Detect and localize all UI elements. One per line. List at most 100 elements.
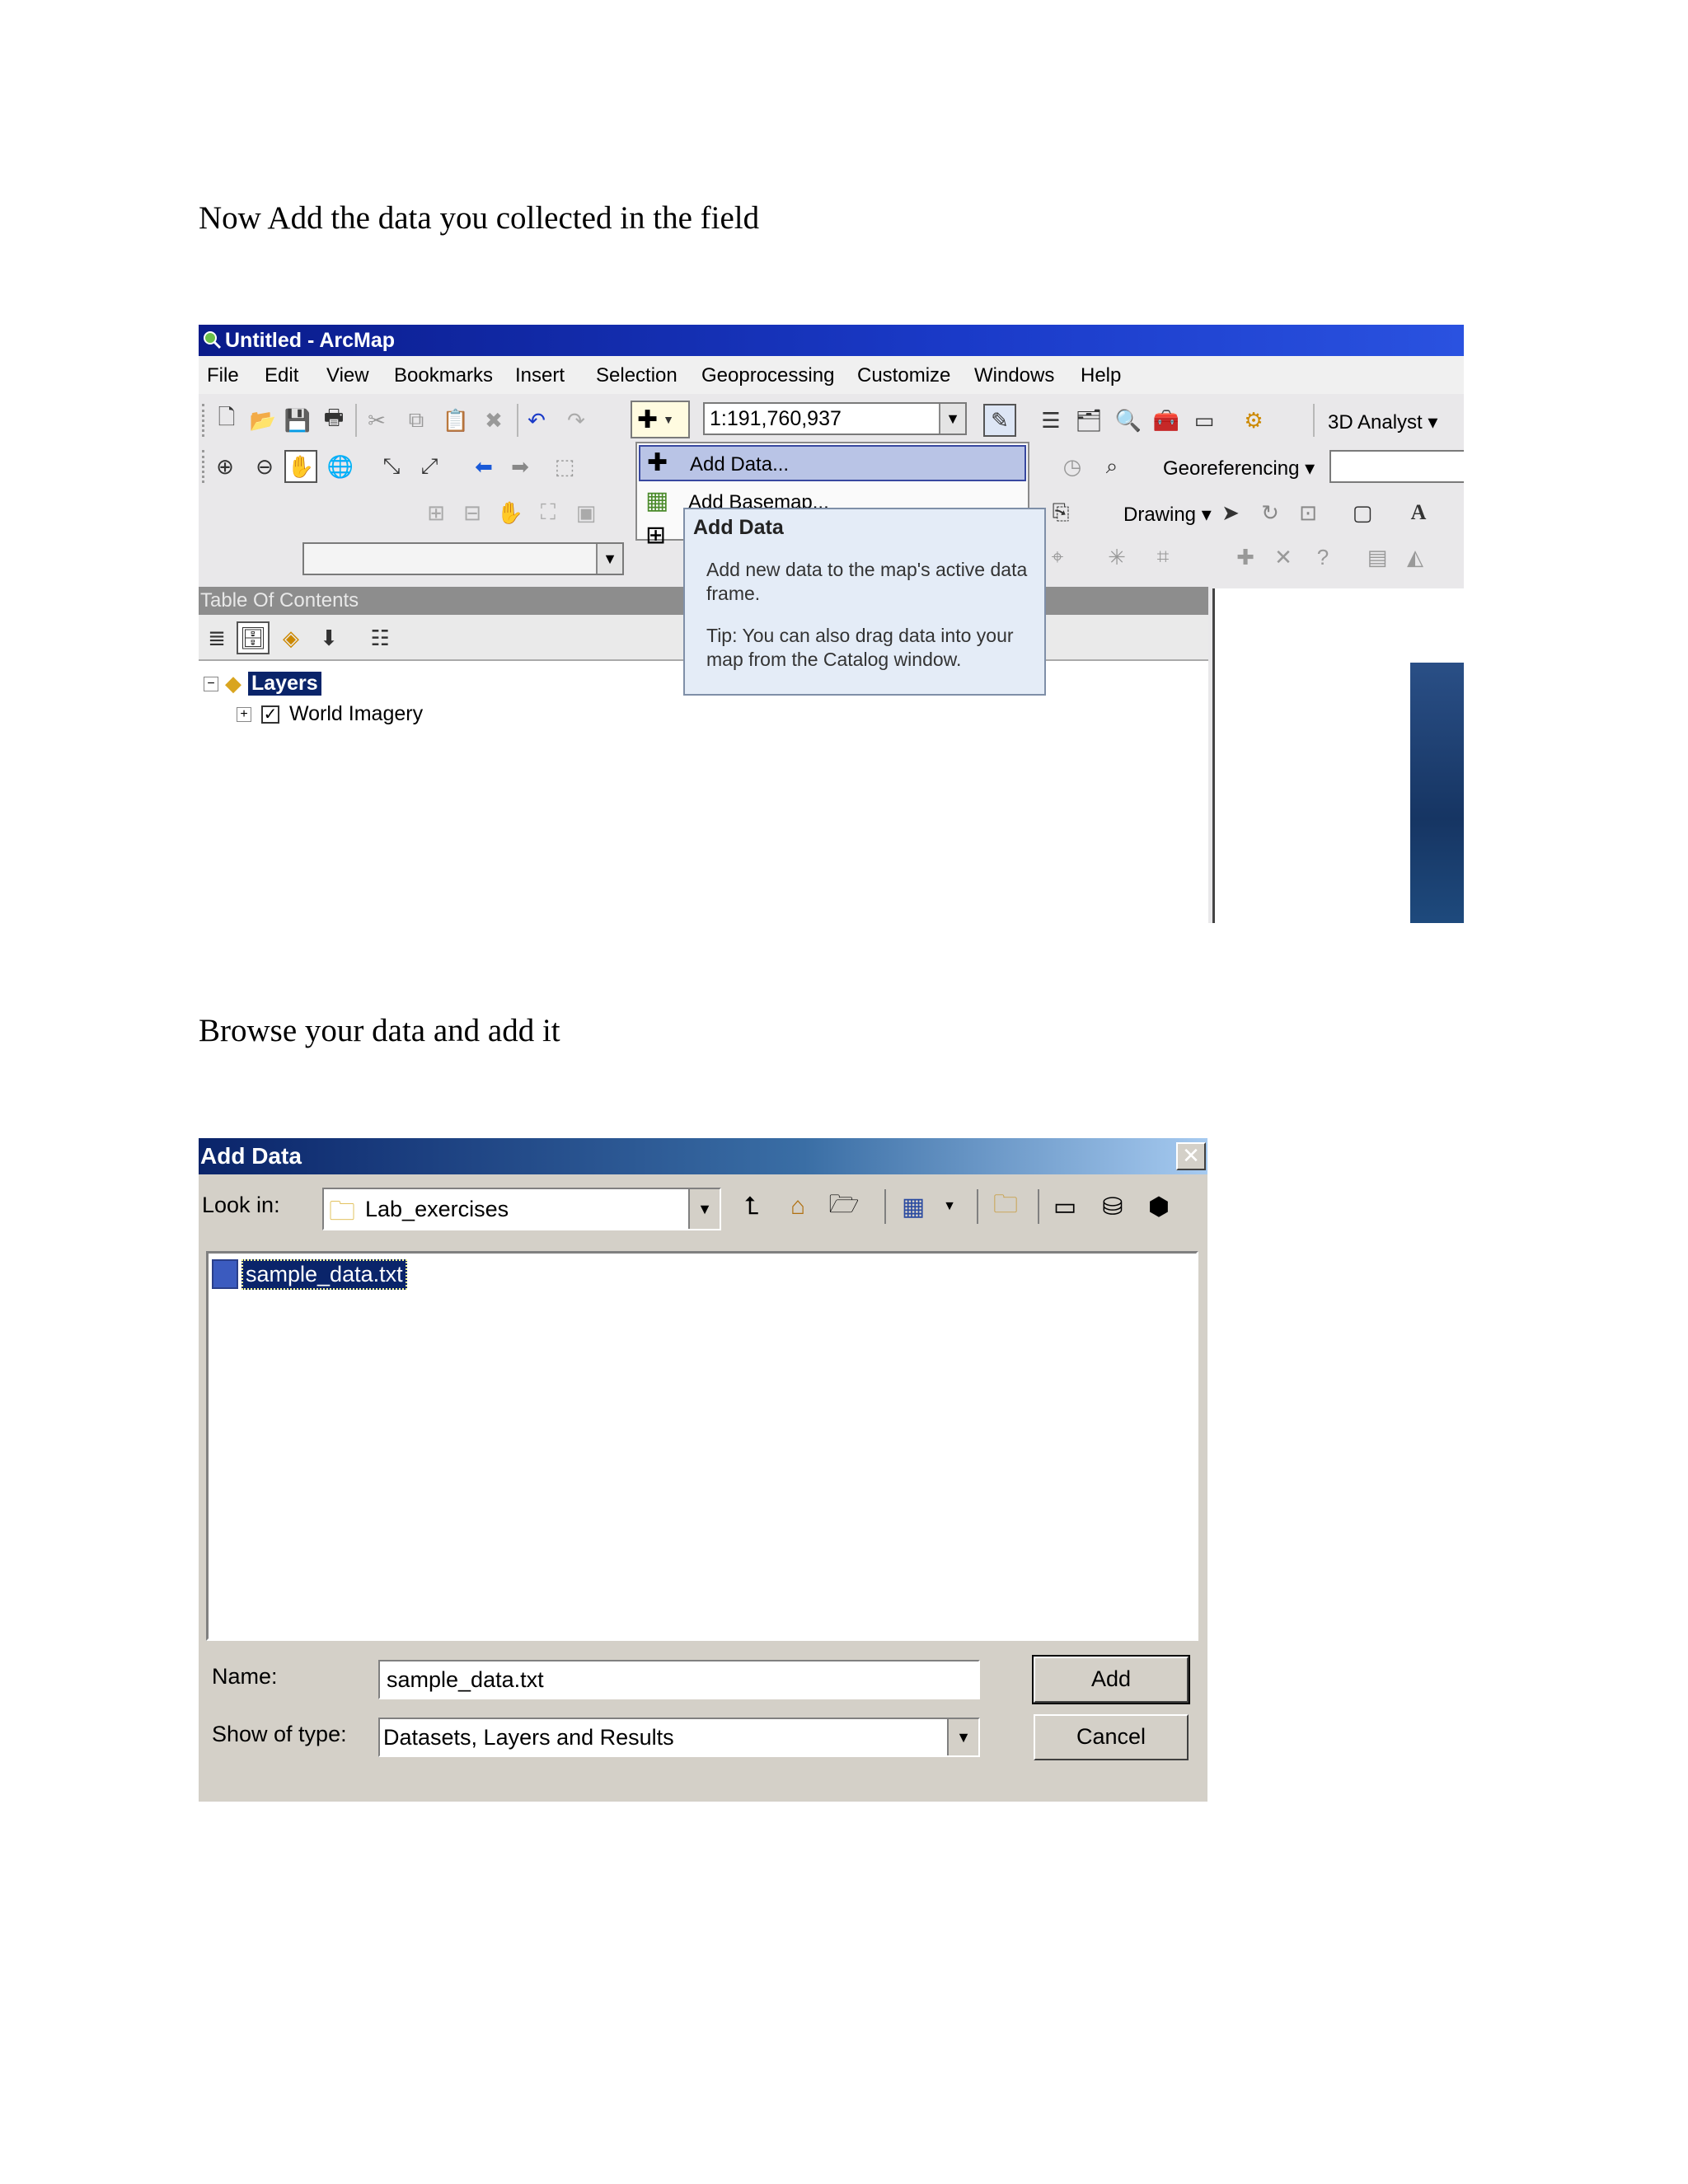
file-list[interactable]: sample_data.txt (206, 1251, 1198, 1641)
full-extent-icon[interactable]: 🌐 (324, 450, 357, 483)
paste-icon[interactable]: 📋 (439, 404, 472, 437)
redo-icon[interactable]: ↷ (560, 404, 593, 437)
dropdown-item-add-data[interactable]: ✚ Add Data... (639, 445, 1026, 481)
snapping-icon[interactable]: ✳ (1100, 541, 1133, 574)
pan-hand-icon[interactable]: ✋ (284, 450, 317, 483)
details-view-icon[interactable]: ▦ (896, 1189, 931, 1224)
menu-selection[interactable]: Selection (596, 364, 678, 387)
layer-name[interactable]: World Imagery (289, 702, 423, 726)
chevron-down-icon[interactable]: ▼ (596, 544, 622, 574)
time-slider-icon[interactable]: ◷ (1056, 450, 1089, 483)
list-by-selection-icon[interactable]: ⬇ (312, 621, 345, 654)
cancel-button[interactable]: Cancel (1034, 1714, 1189, 1760)
3d-analyst-toolbar[interactable]: 3D Analyst ▾ (1328, 410, 1437, 434)
name-field[interactable]: sample_data.txt (378, 1660, 980, 1699)
new-document-icon[interactable]: 🗋 (210, 404, 243, 437)
fixed-zoom-in-icon[interactable]: ⤡ (375, 450, 408, 483)
attributes-icon[interactable]: ▤ (1361, 541, 1394, 574)
print-icon[interactable]: 🖶 (317, 404, 350, 437)
look-in-combo[interactable]: 🗀 Lab_exercises ▼ (322, 1188, 721, 1230)
fixed-zoom-out-icon[interactable]: ⤢ (413, 450, 446, 483)
chevron-down-icon[interactable]: ▼ (932, 1189, 967, 1224)
toolbox-icon[interactable]: ⬢ (1142, 1189, 1176, 1224)
cut-polygon-icon[interactable]: ✕ (1267, 541, 1300, 574)
list-by-drawing-order-icon[interactable]: ≣ (200, 621, 233, 654)
menu-customize[interactable]: Customize (857, 364, 950, 387)
zoom-out-icon[interactable]: ⊖ (248, 450, 281, 483)
sketch-properties-icon[interactable]: ◭ (1399, 541, 1432, 574)
show-of-type-combo[interactable]: Datasets, Layers and Results ▼ (378, 1718, 980, 1757)
editor-toolbar-icon[interactable]: ✎ (983, 404, 1016, 437)
open-folder-icon[interactable]: 📂 (246, 404, 279, 437)
forward-arrow-icon[interactable]: ➡ (504, 450, 537, 483)
home-icon[interactable]: ⌂ (781, 1189, 815, 1224)
python-window-icon[interactable]: ▭ (1188, 404, 1221, 437)
search-window-icon[interactable]: 🔍 (1112, 404, 1145, 437)
rotate-icon[interactable]: ↻ (1254, 496, 1287, 529)
add-button[interactable]: Add (1032, 1655, 1190, 1704)
menu-edit[interactable]: Edit (265, 364, 298, 387)
catalog-window-icon[interactable]: 🗂 (1072, 404, 1105, 437)
menu-file[interactable]: File (207, 364, 239, 387)
delete-icon[interactable]: ✖ (477, 404, 510, 437)
up-one-level-icon[interactable]: ⮤ (734, 1189, 769, 1224)
menu-help[interactable]: Help (1081, 364, 1121, 387)
zoom-to-elements-icon[interactable]: ⊡ (1292, 496, 1325, 529)
chevron-down-icon[interactable]: ▼ (947, 1719, 978, 1755)
select-features-icon[interactable]: ⬚ (548, 450, 581, 483)
connect-folder-icon[interactable]: 🗁 (827, 1189, 861, 1224)
help-icon[interactable]: ? (1306, 541, 1339, 574)
zoom-whole-page-icon[interactable]: ⛶ (532, 496, 565, 529)
map-scale-combo[interactable]: 1:191,760,937 ▼ (703, 402, 967, 435)
undo-icon[interactable]: ↶ (520, 404, 553, 437)
list-by-visibility-icon[interactable]: ◈ (274, 621, 307, 654)
layout-zoom-out-icon[interactable]: ⊟ (456, 496, 489, 529)
menu-windows[interactable]: Windows (974, 364, 1054, 387)
add-data-button[interactable]: ✚ ▼ (631, 401, 690, 438)
text-icon[interactable]: A (1402, 496, 1435, 529)
magnifier-icon[interactable]: ⌕ (1095, 450, 1128, 483)
new-item-icon[interactable]: ▭ (1048, 1189, 1082, 1224)
expand-icon[interactable]: + (237, 706, 251, 722)
georeferencing-toolbar[interactable]: Georeferencing ▾ (1163, 457, 1315, 480)
vertex-icon[interactable]: ⌗ (1146, 541, 1179, 574)
menu-geoprocessing[interactable]: Geoprocessing (701, 364, 834, 387)
save-icon[interactable]: 💾 (281, 404, 314, 437)
zoom-100-icon[interactable]: ▣ (570, 496, 603, 529)
model-builder-icon[interactable]: ⚙ (1237, 404, 1270, 437)
toolbar-grip[interactable] (202, 404, 205, 437)
toc-layer-row[interactable]: + ✓ World Imagery (237, 702, 423, 726)
close-icon[interactable]: ✕ (1176, 1142, 1206, 1170)
rectangle-icon[interactable]: ▢ (1346, 496, 1379, 529)
new-folder-icon[interactable]: 🗀 (988, 1189, 1023, 1224)
list-item[interactable]: sample_data.txt (212, 1258, 407, 1290)
layers-root[interactable]: Layers (248, 672, 321, 696)
zoom-in-icon[interactable]: ⊕ (209, 450, 241, 483)
options-icon[interactable]: ☷ (363, 621, 396, 654)
back-arrow-icon[interactable]: ⬅ (467, 450, 500, 483)
menu-view[interactable]: View (326, 364, 369, 387)
toolbar-grip[interactable] (202, 450, 205, 483)
chevron-down-icon[interactable]: ▼ (939, 404, 965, 434)
split-icon[interactable]: ✚ (1229, 541, 1262, 574)
georeferencing-layer-combo[interactable] (1329, 450, 1464, 483)
collapse-icon[interactable]: − (204, 676, 218, 691)
list-by-source-icon[interactable]: 🗄 (237, 621, 270, 654)
toc-layers-row[interactable]: − ◆ Layers (204, 671, 321, 696)
menu-insert[interactable]: Insert (515, 364, 565, 387)
edit-tool-icon[interactable]: ⌖ (1041, 541, 1074, 574)
menu-bookmarks[interactable]: Bookmarks (394, 364, 493, 387)
layout-pan-icon[interactable]: ✋ (494, 496, 527, 529)
table-of-contents-icon[interactable]: ☰ (1034, 404, 1067, 437)
arctoolbox-icon[interactable]: 🧰 (1150, 404, 1183, 437)
select-elements-arrow-icon[interactable]: ➤ (1214, 496, 1247, 529)
layer-combo[interactable]: ▼ (302, 542, 624, 575)
cut-icon[interactable]: ✂ (360, 404, 393, 437)
new-database-icon[interactable]: ⛁ (1095, 1189, 1130, 1224)
copy-map-icon[interactable]: ⎘ (1044, 496, 1077, 529)
layout-zoom-icon[interactable]: ⊞ (420, 496, 452, 529)
drawing-toolbar[interactable]: Drawing ▾ (1123, 503, 1212, 527)
copy-icon[interactable]: ⧉ (400, 404, 433, 437)
layer-visibility-checkbox[interactable]: ✓ (261, 705, 279, 724)
chevron-down-icon[interactable]: ▼ (688, 1189, 720, 1229)
